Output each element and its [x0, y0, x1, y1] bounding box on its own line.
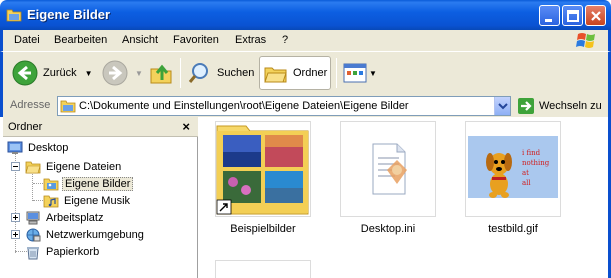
- close-pane-icon[interactable]: ×: [182, 119, 190, 134]
- tree-item-netzwerkumgebung[interactable]: Netzwerkumgebung: [25, 226, 146, 243]
- thumbnail-frame: i find nothing at all: [465, 121, 561, 217]
- chevron-down-icon: [498, 103, 508, 110]
- address-bar: Adresse C:\Dokumente und Einstellungen\r…: [0, 95, 611, 117]
- tree-item-eigene-musik[interactable]: Eigene Musik: [43, 192, 132, 209]
- back-label: Zurück: [43, 67, 77, 79]
- go-label: Wechseln zu: [539, 100, 602, 112]
- address-input[interactable]: C:\Dokumente und Einstellungen\root\Eige…: [57, 96, 511, 116]
- forward-dropdown-icon[interactable]: ▼: [135, 69, 143, 78]
- address-label: Adresse: [10, 99, 51, 111]
- menu-datei[interactable]: Datei: [14, 34, 40, 46]
- address-path: C:\Dokumente und Einstellungen\root\Eige…: [79, 100, 409, 112]
- menu-extras[interactable]: Extras: [235, 34, 266, 46]
- folders-button[interactable]: Ordner: [259, 56, 331, 90]
- close-button[interactable]: [585, 5, 606, 26]
- forward-button[interactable]: ▼: [101, 56, 143, 90]
- file-name: testbild.gif: [488, 223, 538, 235]
- music-folder-icon: [43, 195, 59, 207]
- tree-label: Desktop: [28, 141, 69, 154]
- folders-pane-header: Ordner ×: [3, 117, 198, 137]
- minimize-button[interactable]: [539, 5, 560, 26]
- tree-label: Eigene Musik: [64, 194, 131, 207]
- menu-help[interactable]: ?: [282, 34, 288, 46]
- folder-open-icon: [25, 161, 41, 173]
- tree-label: Eigene Dateien: [46, 160, 122, 173]
- expand-toggle-icon[interactable]: [11, 230, 20, 239]
- close-icon: [591, 11, 601, 21]
- folder-icon: [60, 100, 76, 113]
- menu-ansicht[interactable]: Ansicht: [122, 34, 158, 46]
- image-text-line: at: [522, 169, 529, 177]
- back-arrow-icon: [12, 60, 38, 86]
- ini-file-icon: [372, 143, 407, 195]
- folders-pane-title: Ordner: [8, 121, 43, 133]
- folder-thumbnail-icon: [216, 125, 309, 215]
- menu-bar: Datei Bearbeiten Ansicht Favoriten Extra…: [0, 30, 611, 51]
- window-title: Eigene Bilder: [27, 7, 111, 22]
- up-button[interactable]: [148, 56, 174, 90]
- toolbar: Zurück ▼ ▼ Suchen Ordner ▼: [0, 51, 611, 95]
- image-text-line: all: [522, 179, 531, 187]
- thumbnail-frame: [340, 121, 436, 217]
- tree-item-desktop[interactable]: Desktop: [7, 139, 70, 156]
- menu-bearbeiten[interactable]: Bearbeiten: [54, 34, 107, 46]
- search-icon: [188, 63, 208, 83]
- tree-line: [32, 171, 33, 201]
- thumbnail-frame-partial: [215, 260, 311, 278]
- folder-up-icon: [150, 64, 172, 84]
- folders-pane: Ordner × Desktop Eigene Dateien Eigene B…: [3, 117, 198, 278]
- file-view: Beispielbilder Desktop.ini i find nothin…: [199, 117, 608, 278]
- image-text-line: i find: [522, 149, 541, 157]
- search-button[interactable]: Suchen: [187, 56, 254, 90]
- tree-item-papierkorb[interactable]: Papierkorb: [25, 243, 101, 260]
- toolbar-separator: [180, 58, 181, 88]
- recycle-bin-icon: [27, 246, 39, 259]
- maximize-button[interactable]: [562, 5, 583, 26]
- title-bar[interactable]: Eigene Bilder: [0, 0, 611, 30]
- toolbar-separator: [336, 58, 337, 88]
- tree-label: Arbeitsplatz: [46, 211, 104, 224]
- tree-item-eigene-dateien[interactable]: Eigene Dateien: [25, 158, 123, 175]
- gif-image-text: i find nothing at all: [522, 148, 558, 188]
- collapse-toggle-icon[interactable]: [11, 162, 20, 171]
- search-label: Suchen: [217, 67, 255, 79]
- image-text-line: nothing: [522, 159, 550, 167]
- tree-label: Netzwerkumgebung: [46, 228, 144, 241]
- maximize-icon: [567, 10, 579, 22]
- menu-favoriten[interactable]: Favoriten: [173, 34, 219, 46]
- back-dropdown-icon[interactable]: ▼: [85, 69, 93, 78]
- address-dropdown-button[interactable]: [494, 97, 510, 115]
- tree-line: [33, 200, 43, 201]
- folder-icon: [6, 9, 22, 22]
- tree-label: Papierkorb: [46, 245, 100, 258]
- desktop-icon: [7, 141, 23, 154]
- file-name: Beispielbilder: [230, 223, 296, 235]
- views-icon: [343, 63, 367, 83]
- folders-icon: [264, 67, 287, 83]
- folders-label: Ordner: [293, 67, 328, 79]
- expand-toggle-icon[interactable]: [11, 213, 20, 222]
- tree-item-arbeitsplatz[interactable]: Arbeitsplatz: [25, 209, 105, 226]
- windows-logo-icon: [576, 33, 595, 48]
- minimize-icon: [545, 19, 552, 22]
- forward-arrow-icon: [102, 60, 128, 86]
- thumbnail-frame: [215, 121, 311, 217]
- pictures-folder-icon: [43, 178, 59, 190]
- file-name: Desktop.ini: [360, 223, 416, 235]
- views-button[interactable]: ▼: [342, 56, 377, 90]
- go-button[interactable]: Wechseln zu: [517, 96, 602, 116]
- tree-label: Eigene Bilder: [62, 176, 134, 191]
- tree-line: [33, 183, 43, 184]
- views-dropdown-icon[interactable]: ▼: [369, 69, 377, 78]
- go-arrow-icon: [518, 98, 534, 114]
- back-button[interactable]: Zurück ▼: [11, 56, 93, 90]
- tree-item-eigene-bilder[interactable]: Eigene Bilder: [43, 175, 134, 192]
- computer-icon: [26, 211, 40, 224]
- network-icon: [26, 228, 41, 241]
